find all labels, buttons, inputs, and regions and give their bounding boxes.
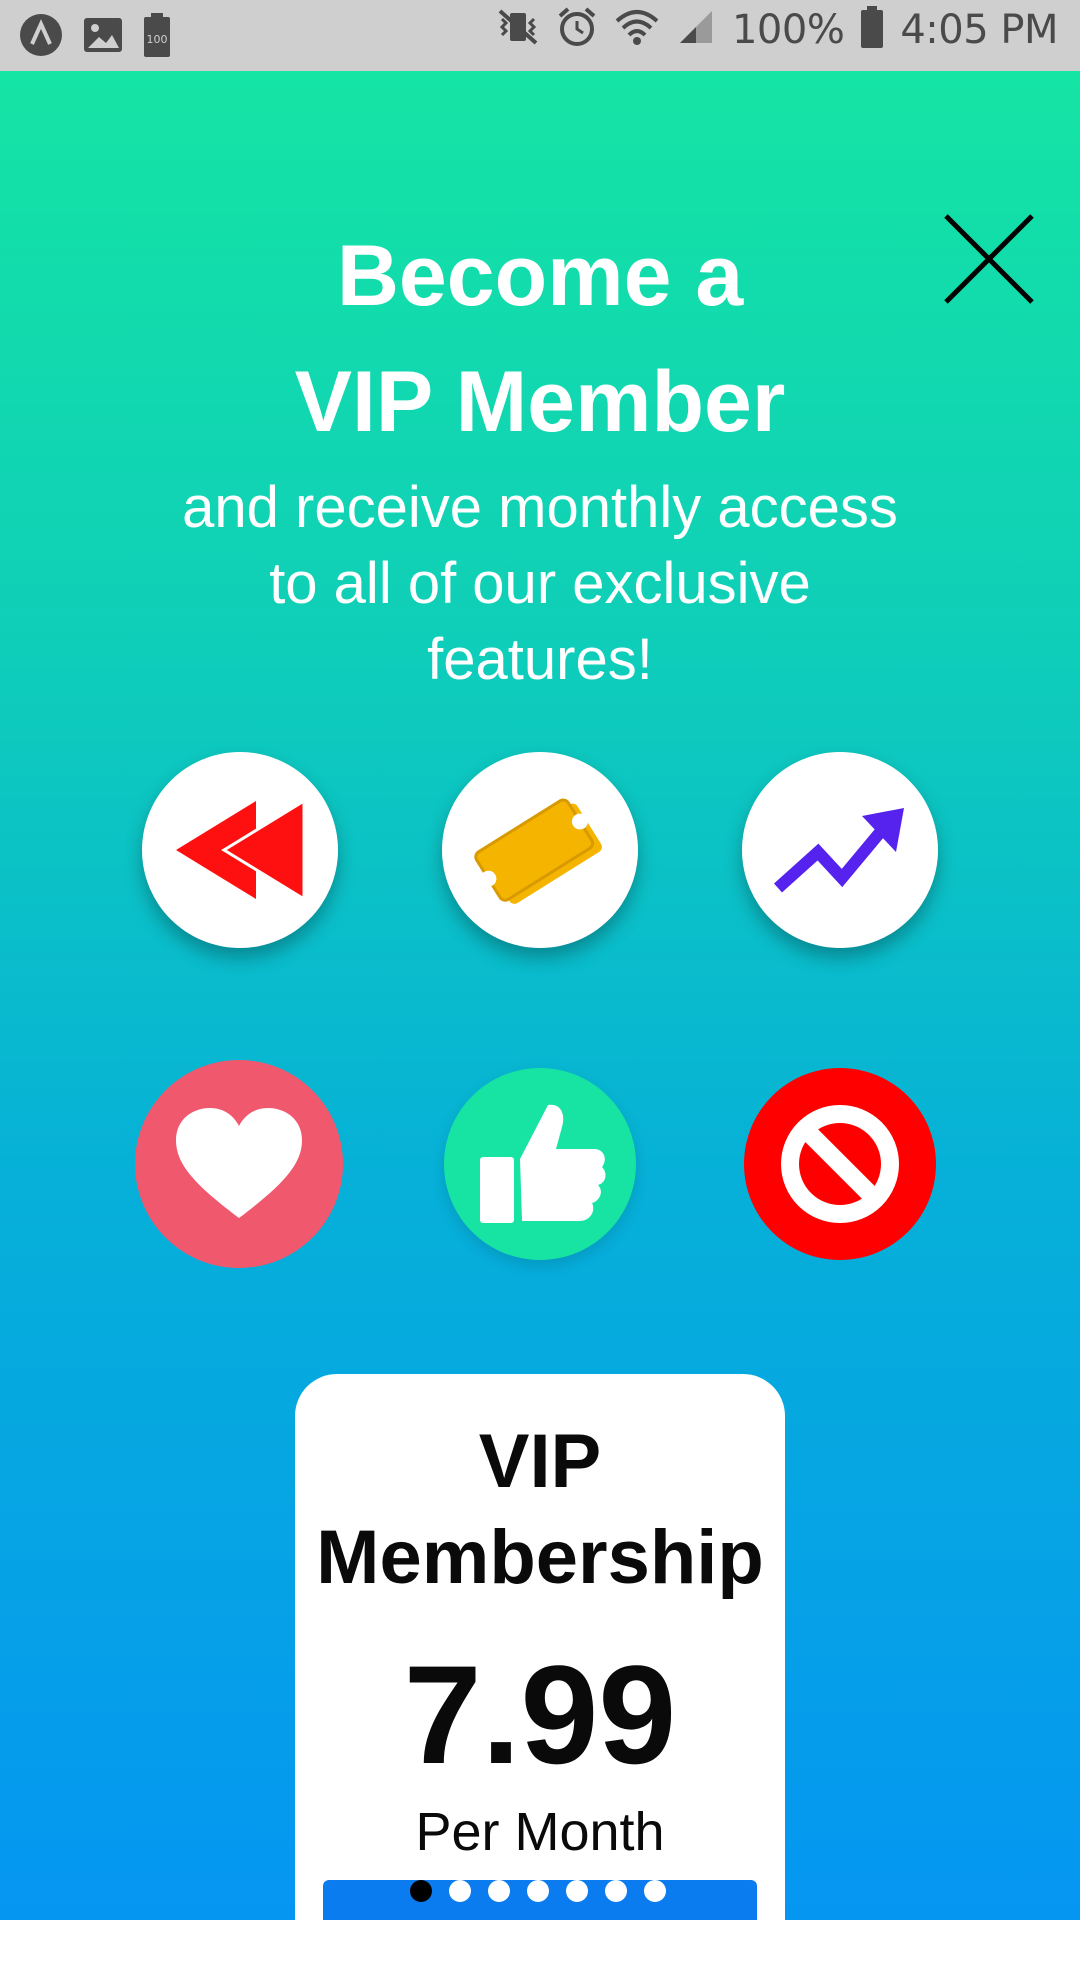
battery-percent: 100% <box>731 6 845 53</box>
page-subtitle: and receive monthly access to all of our… <box>110 470 970 698</box>
page-dot[interactable] <box>488 1880 510 1902</box>
clock: 4:05 PM <box>900 6 1058 53</box>
page-title-line2: VIP Member <box>294 354 786 450</box>
trending-up-icon <box>773 808 904 893</box>
rewind-icon <box>176 798 306 902</box>
plan-period: Per Month <box>415 1802 665 1862</box>
subtitle-line: features! <box>427 627 653 692</box>
plan-title-line1: VIP <box>478 1419 602 1504</box>
page-dot[interactable] <box>644 1880 666 1902</box>
subtitle-line: to all of our exclusive <box>269 551 811 616</box>
feature-trending <box>742 752 938 948</box>
block-button[interactable] <box>744 1068 936 1260</box>
page-indicator <box>410 1880 666 1902</box>
alarm-icon <box>556 6 598 53</box>
status-bar-left: 100 <box>18 12 172 63</box>
page-dot[interactable] <box>449 1880 471 1902</box>
page-dot[interactable] <box>527 1880 549 1902</box>
like-heart-button[interactable] <box>135 1060 343 1268</box>
thumbs-up-button[interactable] <box>444 1068 636 1260</box>
feature-tickets <box>442 752 638 948</box>
heart-icon <box>176 1108 302 1218</box>
subtitle-line: and receive monthly access <box>182 475 898 540</box>
wifi-icon <box>614 7 660 52</box>
status-bar: 100 100% 4:05 PM <box>0 0 1080 71</box>
image-icon <box>82 15 124 60</box>
vibrate-icon <box>496 7 540 52</box>
page-dot[interactable] <box>410 1880 432 1902</box>
svg-text:100: 100 <box>147 33 168 46</box>
page-dot[interactable] <box>566 1880 588 1902</box>
status-bar-right: 100% 4:05 PM <box>496 6 1058 53</box>
block-icon <box>781 1105 899 1223</box>
ticket-icon <box>474 798 602 904</box>
page-title-line1: Become a <box>336 228 744 324</box>
page-dot[interactable] <box>605 1880 627 1902</box>
battery-saver-icon: 100 <box>142 13 172 62</box>
signal-icon <box>676 7 716 52</box>
plan-price: 7.99 <box>403 1636 677 1793</box>
thumbs-up-icon <box>480 1104 606 1223</box>
plan-title-line2: Membership <box>316 1515 764 1600</box>
battery-icon <box>860 6 884 53</box>
app-icon <box>18 12 64 63</box>
feature-rewind <box>142 752 338 948</box>
